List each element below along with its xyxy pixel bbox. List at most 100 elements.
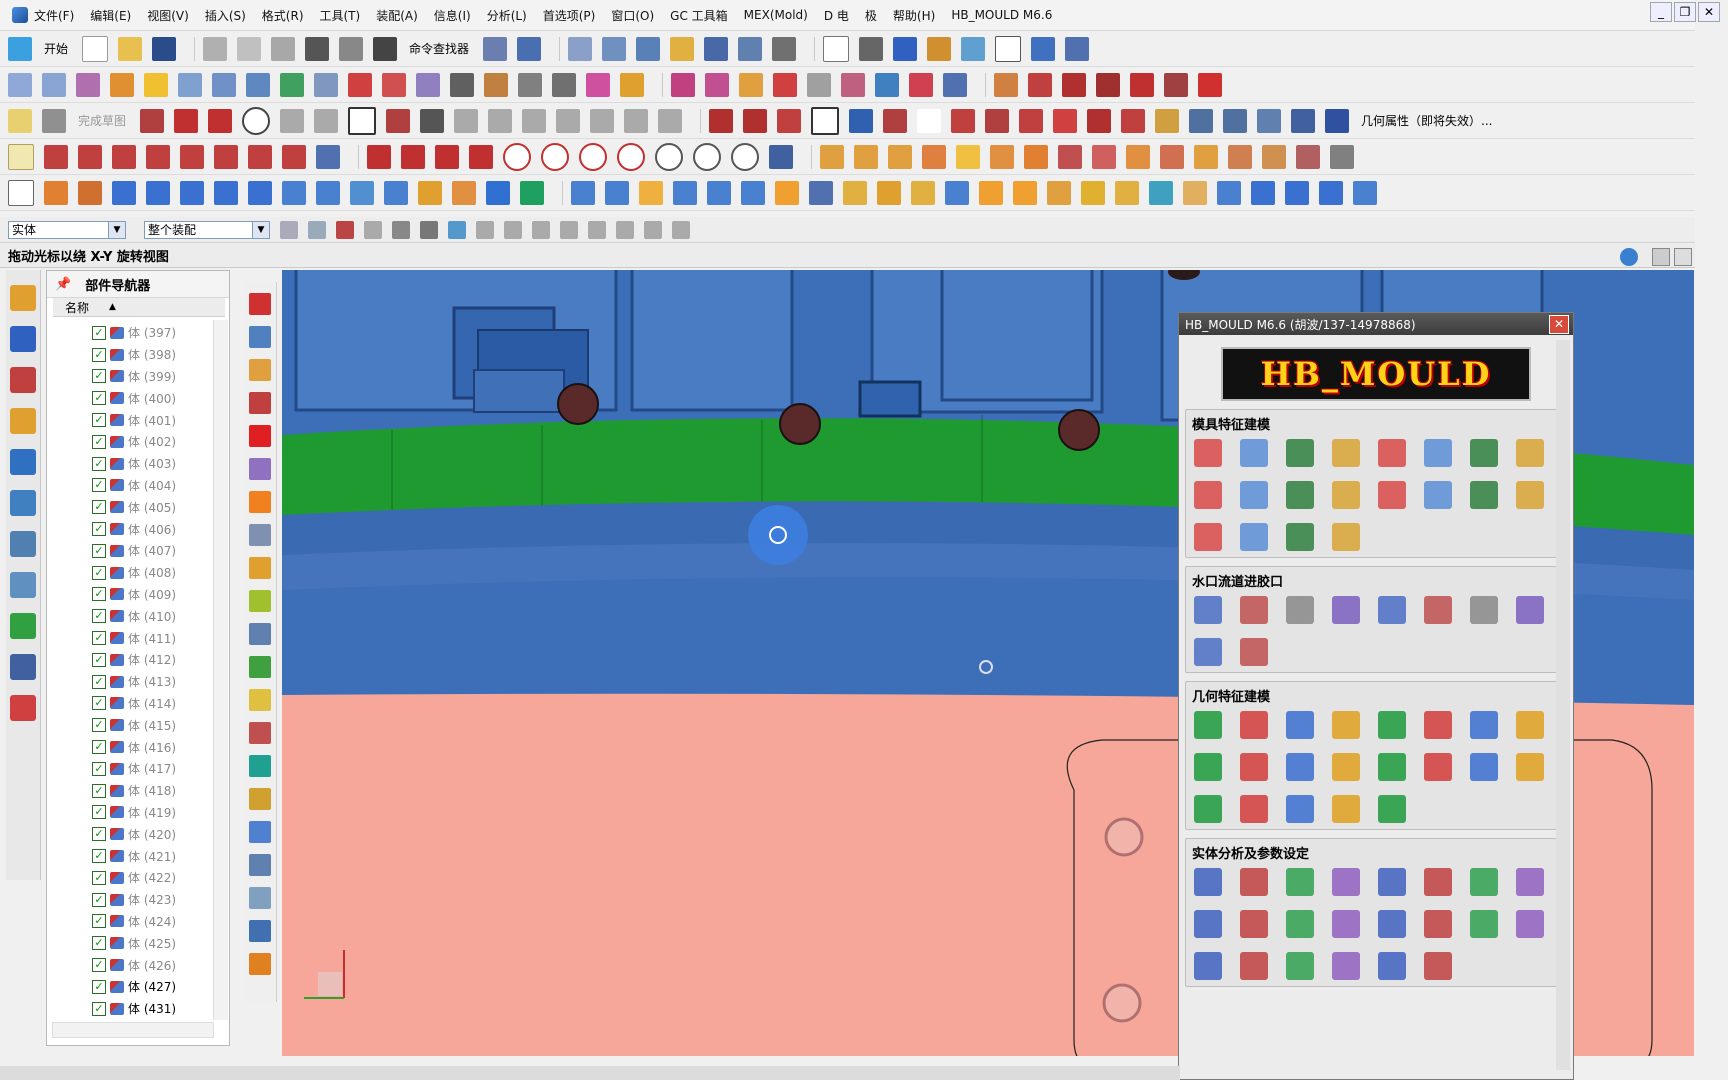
move-component-icon[interactable] <box>1031 36 1056 61</box>
define-region-icon[interactable] <box>1115 180 1139 205</box>
arc-center-snap-icon[interactable] <box>588 220 606 239</box>
basic-arc-icon[interactable] <box>743 108 768 133</box>
mould-tool-icon[interactable] <box>1378 753 1406 781</box>
mould-tool-icon[interactable] <box>1286 795 1314 823</box>
mould-tool-icon[interactable] <box>1516 481 1544 509</box>
mould-tool-icon[interactable] <box>1240 711 1268 739</box>
mould-tool-icon[interactable] <box>1194 868 1222 896</box>
roles-icon[interactable] <box>10 654 36 680</box>
tree-row[interactable]: ✓ 体 (417) <box>92 758 262 780</box>
process-studio-icon[interactable] <box>10 572 36 598</box>
tree-row[interactable]: ✓ 体 (406) <box>92 518 262 540</box>
ruler-icon[interactable] <box>772 36 797 61</box>
exchange-model-icon[interactable] <box>1251 180 1275 205</box>
mold-tool-1-icon[interactable] <box>249 293 271 315</box>
sub-insert-icon[interactable] <box>486 180 510 205</box>
mould-tool-icon[interactable] <box>1424 596 1452 624</box>
quick-extend-icon[interactable] <box>522 108 547 133</box>
tree-row[interactable]: ✓ 体 (420) <box>92 823 262 845</box>
assembly-constraint-icon[interactable] <box>1065 36 1090 61</box>
restore-view-icon[interactable] <box>1652 248 1670 266</box>
visibility-checkbox[interactable]: ✓ <box>92 936 106 951</box>
combine-icon[interactable] <box>348 72 372 97</box>
mould-tool-icon[interactable] <box>1240 439 1268 467</box>
chamfer-sketch-icon[interactable] <box>314 108 339 133</box>
datum-csys-icon[interactable] <box>888 144 912 169</box>
visibility-checkbox[interactable]: ✓ <box>92 958 106 972</box>
hole-table-icon[interactable] <box>809 180 833 205</box>
visibility-checkbox[interactable]: ✓ <box>92 522 106 537</box>
visibility-checkbox[interactable]: ✓ <box>92 347 106 362</box>
mold-tool-13-icon[interactable] <box>249 689 271 711</box>
mould-tool-icon[interactable] <box>1240 753 1268 781</box>
mould-tool-icon[interactable] <box>1286 753 1314 781</box>
open-folder-icon[interactable] <box>118 36 143 61</box>
mould-tool-icon[interactable] <box>1194 952 1222 980</box>
fillet-icon[interactable] <box>280 108 305 133</box>
mold-tool-20-icon[interactable] <box>249 920 271 942</box>
boss-icon[interactable] <box>110 72 134 97</box>
finish-sketch-icon[interactable] <box>42 108 66 133</box>
tree-row[interactable]: ✓ 体 (404) <box>92 475 262 497</box>
tree-row[interactable]: ✓ 体 (398) <box>92 344 262 366</box>
tree-row[interactable]: ✓ 体 (400) <box>92 387 262 409</box>
parting-line-icon[interactable] <box>1047 180 1071 205</box>
menu-edit[interactable]: 编辑(E) <box>90 7 131 24</box>
casting-icon[interactable] <box>911 180 935 205</box>
law-curve-icon[interactable] <box>1019 108 1044 133</box>
menu-file[interactable]: 文件(F) <box>34 7 74 24</box>
geometry-attr-icon[interactable] <box>1325 108 1350 133</box>
mould-tool-icon[interactable] <box>1378 868 1406 896</box>
menu-insert[interactable]: 插入(S) <box>205 7 246 24</box>
synchronous-move-icon[interactable] <box>671 72 695 97</box>
tree-row[interactable]: ✓ 体 (422) <box>92 867 262 889</box>
sweep-icon[interactable] <box>1092 144 1116 169</box>
assembly-nav-icon[interactable] <box>10 285 36 311</box>
mould-tool-icon[interactable] <box>1424 910 1452 938</box>
paste-icon[interactable] <box>271 36 296 61</box>
new-file-icon[interactable] <box>82 35 109 62</box>
circle-icon[interactable] <box>242 106 271 135</box>
minimize-icon[interactable]: _ <box>1650 2 1672 22</box>
mould-tool-icon[interactable] <box>1470 439 1498 467</box>
column-header-name[interactable]: 名称 ▲ <box>53 298 225 317</box>
tree-row[interactable]: ✓ 体 (415) <box>92 714 262 736</box>
tree-row[interactable]: ✓ 体 (425) <box>92 932 262 954</box>
visibility-checkbox[interactable]: ✓ <box>92 413 106 428</box>
mold-check-icon[interactable] <box>945 180 969 205</box>
tree-row[interactable]: ✓ 体 (405) <box>92 496 262 518</box>
menu-window[interactable]: 窗口(O) <box>611 7 654 24</box>
selection-scope-dropdown[interactable]: 整个装配 ▼ <box>144 220 270 239</box>
measure-icon[interactable] <box>670 36 695 61</box>
intersect-curve-icon[interactable] <box>1121 108 1146 133</box>
tree-row[interactable]: ✓ 体 (403) <box>92 453 262 475</box>
mould-tool-icon[interactable] <box>1516 711 1544 739</box>
mould-tool-icon[interactable] <box>1332 753 1360 781</box>
orient-icon[interactable] <box>704 36 729 61</box>
visibility-checkbox[interactable]: ✓ <box>92 369 106 384</box>
resize-blend-icon[interactable] <box>807 72 831 97</box>
ejector-pin-icon[interactable] <box>418 180 442 205</box>
drawing-icon[interactable] <box>775 180 799 205</box>
groove-icon[interactable] <box>246 72 270 97</box>
arc-icon[interactable] <box>208 108 233 133</box>
tree-row[interactable]: ✓ 体 (421) <box>92 845 262 867</box>
parting-surface-icon[interactable] <box>1081 180 1105 205</box>
mould-tool-icon[interactable] <box>1240 868 1268 896</box>
mould-tool-icon[interactable] <box>1194 711 1222 739</box>
basic-line-icon[interactable] <box>709 108 734 133</box>
project-curve-icon[interactable] <box>1087 108 1112 133</box>
tree-row[interactable]: ✓ 体 (418) <box>92 780 262 802</box>
gate-icon[interactable] <box>520 180 544 205</box>
menu-help[interactable]: 帮助(H) <box>893 7 935 24</box>
tangent-line-icon[interactable] <box>180 144 204 169</box>
mould-tool-icon[interactable] <box>1332 952 1360 980</box>
family-mold-icon[interactable] <box>248 180 272 205</box>
tree-row[interactable]: ✓ 体 (431) <box>92 998 262 1020</box>
tree-row[interactable]: ✓ 体 (419) <box>92 802 262 824</box>
mould-tool-icon[interactable] <box>1240 596 1268 624</box>
existing-point-snap-icon[interactable] <box>644 220 662 239</box>
pocket-icon[interactable] <box>144 72 168 97</box>
menu-hb-mould[interactable]: HB_MOULD M6.6 <box>951 8 1052 22</box>
text-a-icon[interactable] <box>917 108 942 133</box>
